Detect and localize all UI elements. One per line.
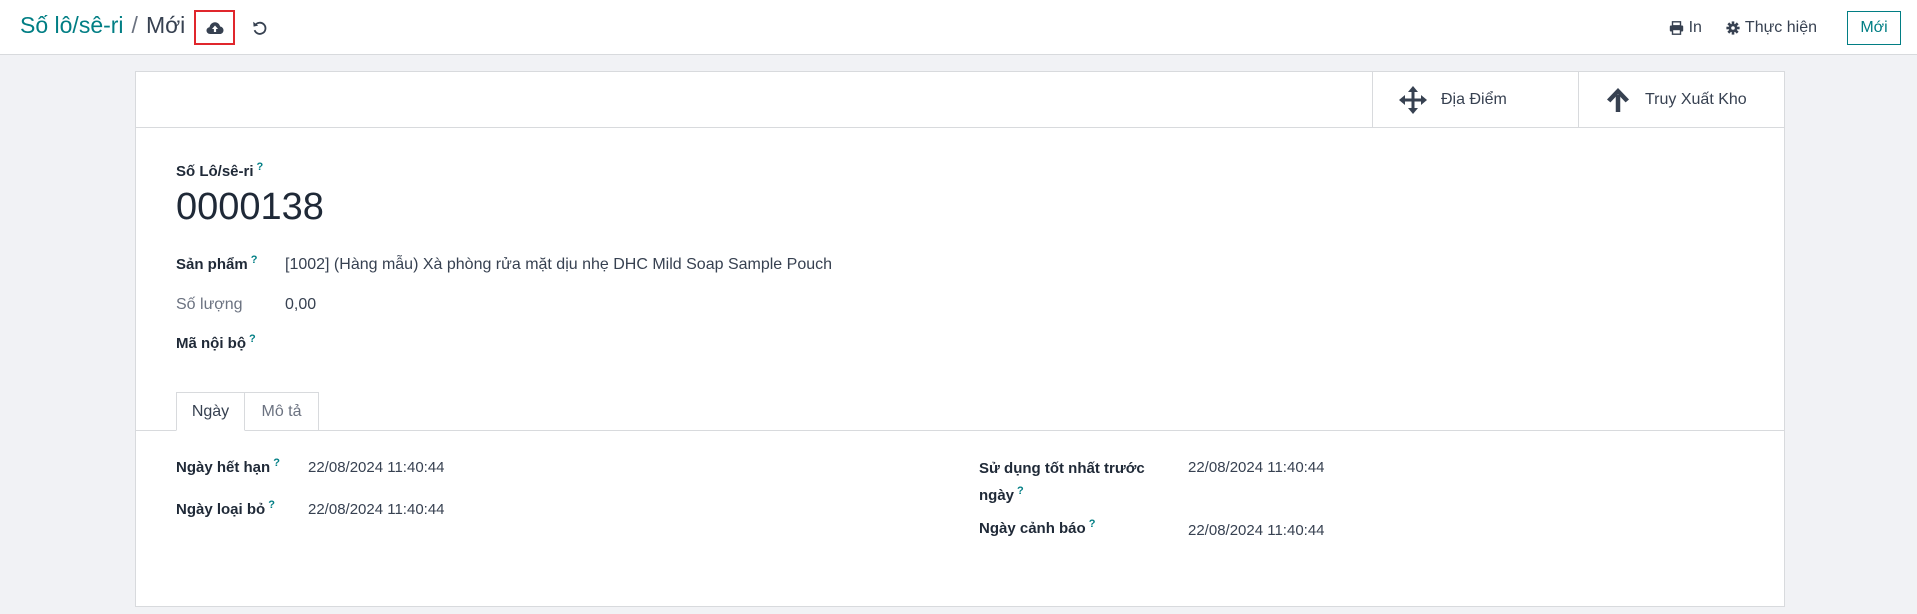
product-label: Sản phẩm?: [176, 254, 258, 273]
alert-date-label: Ngày cảnh báo?: [979, 518, 1096, 537]
save-button[interactable]: [194, 10, 235, 45]
location-label: Địa Điểm: [1441, 90, 1507, 108]
help-tooltip[interactable]: ?: [1017, 485, 1024, 497]
breadcrumb-lots-link[interactable]: Số lô/sê-ri: [20, 12, 124, 38]
action-label: Thực hiện: [1744, 18, 1817, 36]
print-button[interactable]: In: [1669, 19, 1702, 37]
form-sheet: Địa Điểm Truy Xuất Kho Số Lô/sê-ri? 0000…: [135, 71, 1785, 607]
control-panel: Số lô/sê-ri / Mới In Thực hiện Mới: [0, 0, 1917, 55]
removal-date-label: Ngày loại bỏ?: [176, 499, 275, 518]
discard-button[interactable]: [246, 14, 274, 42]
help-tooltip[interactable]: ?: [257, 161, 264, 173]
breadcrumb: Số lô/sê-ri / Mới: [20, 12, 185, 39]
printer-icon: [1669, 20, 1683, 35]
expiration-date-label: Ngày hết hạn?: [176, 457, 280, 476]
traceability-smart-button[interactable]: Truy Xuất Kho: [1578, 72, 1784, 127]
gear-icon: [1726, 20, 1740, 35]
new-button[interactable]: Mới: [1847, 10, 1901, 45]
expiration-date-field[interactable]: 22/08/2024 11:40:44: [308, 459, 445, 476]
internal-reference-label: Mã nội bộ?: [176, 333, 256, 352]
location-smart-button[interactable]: Địa Điểm: [1372, 72, 1578, 127]
cloud-upload-icon: [206, 21, 223, 34]
alert-date-field[interactable]: 22/08/2024 11:40:44: [1188, 522, 1325, 539]
notebook-tabs: Ngày Mô tả: [136, 392, 1784, 431]
help-tooltip[interactable]: ?: [273, 457, 280, 469]
tab-dates[interactable]: Ngày: [176, 392, 245, 431]
smart-button-box: Địa Điểm Truy Xuất Kho: [136, 72, 1784, 128]
quantity-label: Số lượng: [176, 296, 243, 313]
breadcrumb-current: Mới: [145, 12, 186, 38]
undo-icon: [253, 21, 267, 35]
product-field[interactable]: [1002] (Hàng mẫu) Xà phòng rửa mặt dịu n…: [285, 256, 832, 274]
lot-number-field[interactable]: 0000138: [176, 186, 324, 229]
tab-description[interactable]: Mô tả: [245, 392, 319, 431]
arrows-move-icon: [1399, 85, 1427, 114]
traceability-label: Truy Xuất Kho: [1645, 90, 1747, 108]
breadcrumb-separator: /: [131, 12, 138, 38]
lot-number-label: Số Lô/sê-ri?: [176, 161, 264, 180]
internal-reference-input[interactable]: [285, 330, 885, 356]
print-label: In: [1688, 18, 1702, 36]
help-tooltip[interactable]: ?: [268, 499, 275, 511]
action-menu-button[interactable]: Thực hiện: [1726, 19, 1817, 37]
quantity-field: 0,00: [285, 296, 317, 313]
help-tooltip[interactable]: ?: [1089, 518, 1096, 530]
use-before-date-label: Sử dụng tốt nhất trước ngày?: [979, 460, 1145, 504]
use-before-date-field[interactable]: 22/08/2024 11:40:44: [1188, 459, 1325, 476]
removal-date-field[interactable]: 22/08/2024 11:40:44: [308, 501, 445, 518]
help-tooltip[interactable]: ?: [249, 333, 256, 345]
arrow-up-icon: [1605, 87, 1631, 113]
top-actions: In Thực hiện Mới: [1669, 0, 1917, 55]
help-tooltip[interactable]: ?: [251, 254, 258, 266]
